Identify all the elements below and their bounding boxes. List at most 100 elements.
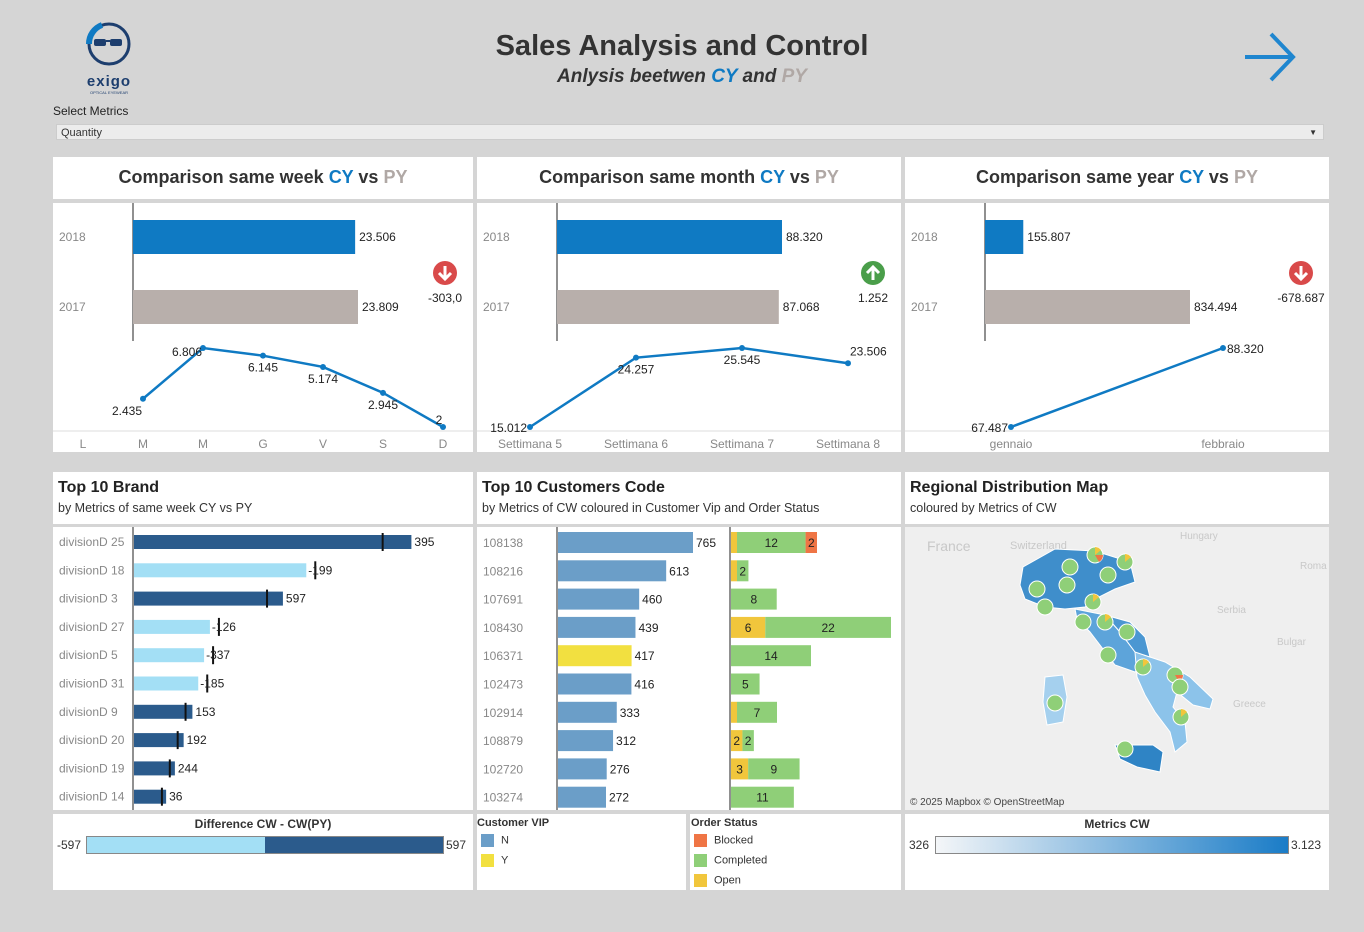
metric-filter-dropdown[interactable]: Quantity ▼ [56,124,1324,140]
comparison-line-label: 5.174 [308,372,338,386]
order-status-count: 14 [764,649,778,663]
brand-bar [134,591,283,606]
comparison-line-xlabel: M [198,437,208,451]
order-status-count: 2 [733,734,740,748]
customer-value: 416 [634,678,654,692]
comparison-line-label: 15.012 [490,421,527,435]
logo-tagline: OPTICAL EYEWEAR [89,90,129,95]
comparison-line-point [739,345,745,351]
comparison-line-point [527,424,533,430]
comparison-bar-2018 [133,220,356,254]
order-status-segment-open [731,532,737,553]
comparison-bar-2018 [985,220,1024,254]
page-title: Sales Analysis and Control [495,30,869,62]
top-brand-subtitle: by Metrics of same week CY vs PY [58,501,253,515]
difference-legend-bar [86,836,444,854]
comparison-line [1010,346,1224,429]
map-place-bulgar: Bulgar [1277,637,1307,648]
brand-value: -126 [212,620,236,634]
metrics-cw-legend: Metrics CW 326 3.123 [905,814,1329,890]
comparison-line-xlabel: Settimana 6 [604,437,668,451]
map-pie-marker [1084,593,1102,611]
order-status-count: 8 [751,593,758,607]
customer-value: 276 [610,762,630,776]
vip-legend: Customer VIP N Y [477,814,686,890]
comparison-line-xlabel: V [319,437,327,451]
metrics-cw-legend-min: 326 [909,838,930,852]
order-legend-item-completed[interactable]: Completed [694,854,767,867]
order-status-count: 22 [821,621,835,635]
comparison-bar-year: 2018 [59,230,86,244]
brand-value: 153 [195,705,215,719]
brand-value: 395 [414,535,434,549]
order-legend-item-blocked[interactable]: Blocked [694,834,753,847]
regional-map[interactable]: France Switzerland Hungary Roma Serbia B… [905,527,1329,810]
map-pie-marker [1028,580,1046,598]
comparison-line-label: 6.145 [248,361,278,375]
top-brand-chart: divisionD 25 395 divisionD 18 -199 divisionD… [53,527,473,810]
customer-bar [558,701,617,723]
brand-label: divisionD 18 [59,563,125,577]
page-subtitle: Anlysis beetwen CY and PY [557,66,807,87]
comparison-line-point [633,354,639,361]
brand-value: -185 [200,677,224,691]
top-customers-header: Top 10 Customers Code by Metrics of CW c… [477,472,901,524]
map-attribution: © 2025 Mapbox © OpenStreetMap [910,797,1065,808]
brand-bar [134,563,307,578]
map-place-hungary: Hungary [1180,531,1218,542]
comparison-line-point [140,395,146,402]
customer-value: 312 [616,734,636,748]
comparison-line-xlabel: G [258,437,267,451]
brand-value: 192 [187,733,207,747]
map-pie-marker [1099,566,1117,584]
vip-legend-item-n[interactable]: N [481,834,509,847]
brand-bar [134,704,193,719]
arrow-right-icon [1245,32,1296,82]
comparison-bar-label: 88.320 [786,230,823,244]
comparison-delta: -303,0 [428,291,462,305]
map-pie-marker [1036,598,1054,616]
top-customers-title: Top 10 Customers Code [482,479,665,496]
customer-bar [558,588,640,610]
brand-label: divisionD 31 [59,677,125,691]
comparison-bar-2017 [133,290,358,324]
brand-bar [134,676,199,691]
order-legend-item-open[interactable]: Open [694,874,741,887]
vip-legend-item-y[interactable]: Y [481,854,508,867]
comparison-line-point [260,352,266,359]
comparison-year-header: Comparison same year CY vs PY [905,157,1329,199]
next-page-button[interactable] [1243,31,1297,83]
customer-bar [558,616,636,638]
chevron-down-icon: ▼ [1309,128,1317,137]
map-place-france: France [927,538,971,554]
brand-bar [134,535,412,549]
order-status-count: 5 [742,678,749,692]
order-status-count: 3 [736,762,743,776]
comparison-line-point [380,389,386,396]
map-pie-marker [1172,708,1190,726]
comparison-line-xlabel: S [379,437,387,451]
comparison-bar-year: 2017 [483,300,510,314]
customer-value: 417 [635,649,655,663]
top-brand-header: Top 10 Brand by Metrics of same week CY … [53,472,473,524]
comparison-line-xlabel: Settimana 8 [816,437,880,451]
customer-bar [558,758,607,780]
comparison-month-chart: 2018 88.320 2017 87.068 1.252 Settimana 5 Sett… [477,203,901,452]
comparison-line-label: 67.487 [971,421,1008,435]
order-status-count: 2 [739,564,746,578]
order-status-count: 11 [756,791,769,805]
brand-label: divisionD 25 [59,535,125,549]
comparison-bar-label: 834.494 [1194,300,1238,314]
customer-bar [558,560,667,582]
comparison-line-label: 25.545 [724,353,761,367]
order-status-count: 6 [745,621,752,635]
customer-bar [558,645,632,667]
customer-value: 272 [609,791,629,805]
brand-label: divisionD 9 [59,705,118,719]
order-status-legend: Order Status Blocked Completed Open [690,814,901,890]
brand-label: divisionD 5 [59,648,118,662]
comparison-year-title: Comparison same year CY vs PY [976,167,1258,187]
brand-label: divisionD 20 [59,733,125,747]
map-place-roma: Roma [1300,561,1327,572]
comparison-line-xlabel: M [138,437,148,451]
